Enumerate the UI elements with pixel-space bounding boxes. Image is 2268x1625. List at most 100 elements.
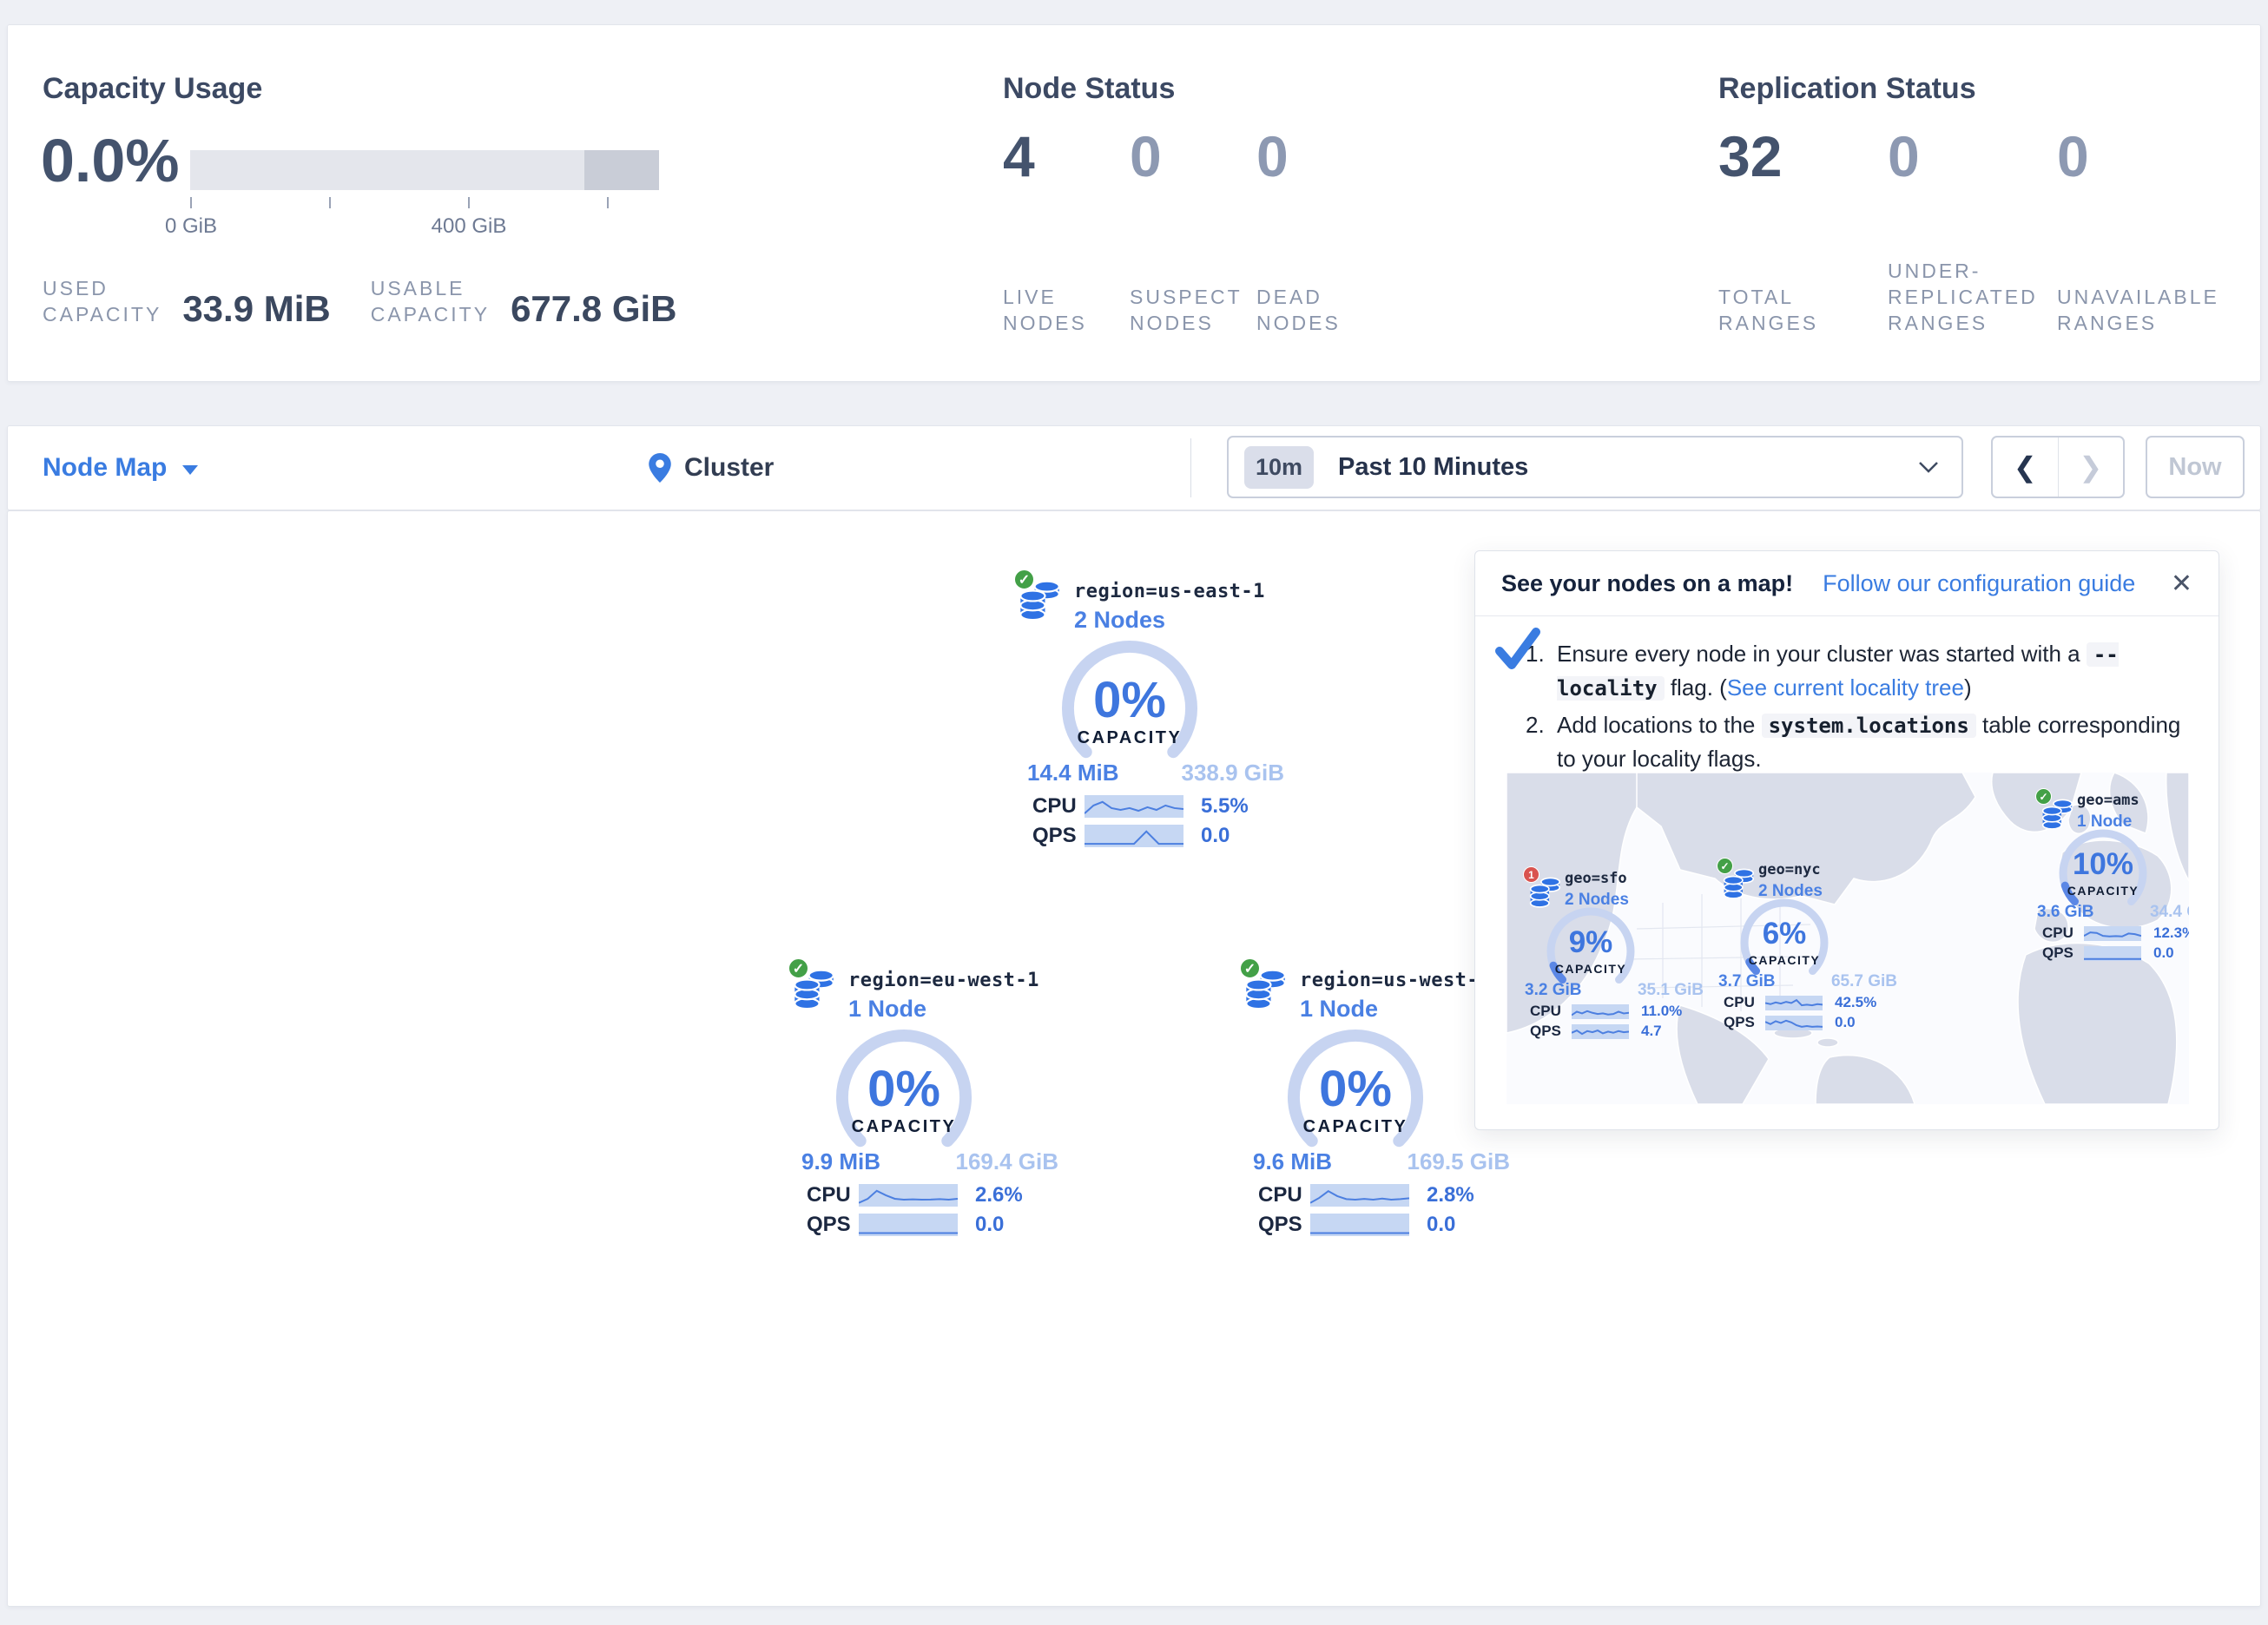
used-capacity: 14.4 MiB [1027, 760, 1119, 786]
chevron-down-icon [1918, 461, 1939, 473]
cluster-overview-page: Capacity Usage 0.0% 0 GiB 400 GiB USED C… [0, 0, 2268, 1625]
qps-value: 0.0 [1427, 1213, 1455, 1237]
time-range-selector[interactable]: 10m Past 10 Minutes [1227, 436, 1963, 498]
now-button[interactable]: Now [2146, 436, 2245, 498]
capacity-gauge-percent: 0% [1282, 1060, 1429, 1118]
unavailable-ranges-value: 0 [2057, 126, 2089, 187]
example-node-map: 1 geo=sfo 2 Nodes 9% CAPACITY 3.2 GiB 35… [1507, 773, 2189, 1104]
qps-metric-row: QPS 0.0 [807, 1213, 1072, 1237]
cpu-label: CPU [807, 1183, 859, 1207]
qps-value: 0.0 [975, 1213, 1004, 1237]
used-capacity: 9.9 MiB [801, 1148, 880, 1175]
qps-metric-row: QPS 0.0 [1724, 1014, 1901, 1031]
configuration-guide-link[interactable]: Follow our configuration guide [1823, 570, 2135, 597]
locality-name: geo=nyc [1758, 861, 1821, 878]
setup-step-2: 2. Add locations to the system.locations… [1526, 708, 2189, 776]
cpu-value: 42.5% [1835, 994, 1876, 1011]
total-capacity: 169.4 GiB [955, 1148, 1058, 1175]
popup-title: See your nodes on a map! [1501, 570, 1793, 597]
cpu-sparkline [859, 1184, 958, 1207]
qps-metric-row: QPS 4.7 [1530, 1023, 1707, 1040]
usable-capacity-label: USABLE CAPACITY [371, 275, 490, 327]
under-replicated-value: 0 [1888, 126, 1920, 187]
cpu-metric-row: CPU 5.5% [1032, 794, 1298, 819]
breadcrumb-cluster[interactable]: Cluster [649, 426, 774, 510]
step-text: Ensure every node in your cluster was st… [1557, 641, 2087, 667]
healthy-check-icon: ✓ [1013, 569, 1035, 590]
capacity-axis-tick [329, 197, 331, 208]
capacity-usage-bar [190, 150, 659, 190]
capacity-axis-label: 0 GiB [165, 214, 217, 239]
setup-steps: 1. Ensure every node in your cluster was… [1475, 616, 2219, 776]
used-capacity-value: 33.9 MiB [182, 291, 330, 327]
locality-tree-link[interactable]: See current locality tree [1727, 674, 1964, 701]
time-nav-buttons: ❮ ❯ [1991, 436, 2125, 498]
view-selector-dropdown[interactable]: Node Map [43, 426, 198, 510]
capacity-gauge-label: CAPACITY [2055, 884, 2151, 898]
cpu-label: CPU [2042, 924, 2084, 942]
locality-name: geo=ams [2077, 792, 2139, 809]
cpu-value: 2.6% [975, 1183, 1023, 1207]
node-map-setup-popup: See your nodes on a map! Follow our conf… [1474, 550, 2219, 1130]
time-next-button[interactable]: ❯ [2058, 438, 2124, 497]
time-range-badge: 10m [1244, 446, 1314, 489]
qps-sparkline [2084, 946, 2141, 961]
popup-header: See your nodes on a map! Follow our conf… [1475, 551, 2219, 616]
step-number: 2. [1526, 708, 1557, 776]
qps-metric-row: QPS 0.0 [1258, 1213, 1524, 1237]
used-capacity: 9.6 MiB [1253, 1148, 1332, 1175]
capacity-gauge-label: CAPACITY [1737, 953, 1832, 967]
total-capacity: 169.5 GiB [1407, 1148, 1510, 1175]
live-nodes-value: 4 [1003, 126, 1035, 187]
breadcrumb-label: Cluster [684, 453, 774, 483]
cpu-label: CPU [1032, 794, 1085, 819]
region-node-count: 1 Node [1300, 996, 1378, 1023]
region-name: region=us-west-1 [1300, 970, 1491, 991]
capacity-gauge-percent: 6% [1737, 917, 1832, 951]
total-capacity: 338.9 GiB [1181, 760, 1284, 786]
capacity-axis-tick [190, 197, 192, 208]
under-replicated-label: UNDER- REPLICATED RANGES [1888, 256, 2061, 336]
total-ranges-value: 32 [1718, 126, 1782, 187]
cpu-metric-row: CPU 2.8% [1258, 1183, 1524, 1207]
capacity-stats: USED CAPACITY 33.9 MiB USABLE CAPACITY 6… [43, 275, 677, 327]
warning-badge: 1 [1523, 866, 1539, 883]
cpu-value: 5.5% [1201, 794, 1249, 819]
cpu-sparkline [1085, 795, 1183, 818]
step-text: ) [1964, 674, 1972, 701]
used-capacity: 3.7 GiB [1718, 972, 1775, 991]
step-text: flag. ( [1665, 674, 1727, 701]
cpu-metric-row: CPU 2.6% [807, 1183, 1072, 1207]
qps-label: QPS [1258, 1213, 1310, 1237]
capacity-gauge-label: CAPACITY [1056, 728, 1203, 748]
qps-metric-row: QPS 0.0 [1032, 824, 1298, 848]
region-card-us-east-1[interactable]: ✓ region=us-east-1 2 Nodes 0% CAPACITY 1… [1008, 567, 1303, 862]
qps-sparkline [1085, 825, 1183, 847]
cpu-value: 12.3% [2153, 924, 2189, 942]
used-capacity-label: USED CAPACITY [43, 275, 162, 327]
qps-sparkline [859, 1214, 958, 1236]
cpu-value: 2.8% [1427, 1183, 1474, 1207]
time-range-label: Past 10 Minutes [1338, 453, 1528, 482]
total-capacity: 35.1 GiB [1638, 981, 1704, 1000]
qps-metric-row: QPS 0.0 [2042, 944, 2189, 962]
cpu-sparkline [1572, 1004, 1629, 1019]
close-icon[interactable]: ✕ [2171, 569, 2192, 599]
cpu-metric-row: CPU 42.5% [1724, 994, 1901, 1011]
replication-status-title: Replication Status [1718, 72, 1976, 106]
time-prev-button[interactable]: ❮ [1993, 438, 2058, 497]
qps-sparkline [1572, 1024, 1629, 1039]
cpu-value: 11.0% [1641, 1003, 1682, 1020]
used-capacity: 3.6 GiB [2037, 903, 2093, 922]
healthy-check-icon: ✓ [2035, 788, 2052, 805]
toolbar-divider [1190, 438, 1191, 497]
region-name: region=eu-west-1 [848, 970, 1039, 991]
capacity-axis-tick [607, 197, 609, 208]
usable-capacity-value: 677.8 GiB [511, 291, 676, 327]
region-node-count: 2 Nodes [1074, 607, 1165, 634]
region-name: region=us-east-1 [1074, 581, 1265, 602]
region-card-eu-west-1[interactable]: ✓ region=eu-west-1 1 Node 0% CAPACITY 9.… [782, 956, 1078, 1251]
capacity-usage-percent: 0.0% [41, 126, 180, 195]
capacity-gauge-percent: 0% [1056, 671, 1203, 729]
qps-label: QPS [1530, 1023, 1572, 1040]
